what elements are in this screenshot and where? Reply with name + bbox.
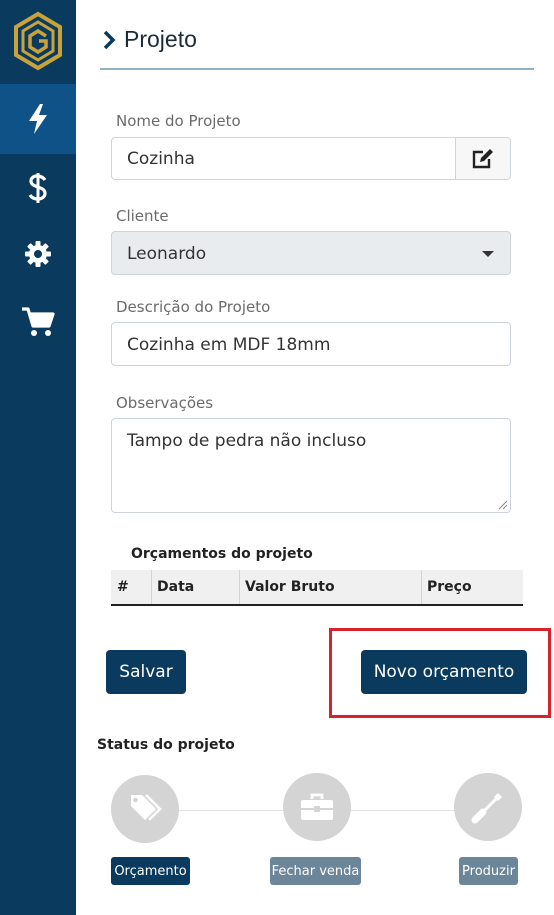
column-header: Preço — [427, 579, 472, 595]
chevron-right-icon — [103, 30, 116, 50]
description-label: Descrição do Projeto — [116, 298, 271, 316]
resize-handle-icon[interactable] — [497, 499, 508, 510]
column-header: # — [117, 579, 129, 595]
description-value[interactable]: Cozinha em MDF 18mm — [127, 335, 330, 355]
project-name-label: Nome do Projeto — [116, 112, 241, 130]
sidebar-item-projects[interactable] — [0, 84, 76, 154]
lightning-icon — [29, 104, 47, 134]
gear-icon — [25, 241, 51, 267]
tags-icon — [131, 794, 162, 821]
status-step-label[interactable]: Orçamento — [111, 857, 190, 885]
column-divider — [421, 570, 422, 604]
sidebar-item-finance[interactable] — [0, 153, 76, 223]
status-step-produce[interactable] — [454, 773, 522, 841]
logo[interactable] — [0, 0, 76, 82]
budgets-table-header: # Data Valor Bruto Preço — [111, 570, 523, 606]
sidebar-item-settings[interactable] — [0, 219, 76, 289]
status-step-label[interactable]: Produzir — [459, 857, 518, 885]
edit-name-button[interactable] — [455, 138, 510, 179]
budgets-title: Orçamentos do projeto — [131, 546, 313, 562]
notes-value[interactable]: Tampo de pedra não incluso — [127, 431, 366, 451]
column-divider — [239, 570, 240, 604]
status-title: Status do projeto — [97, 737, 235, 753]
notes-textarea[interactable]: Tampo de pedra não incluso — [111, 418, 511, 513]
column-divider — [151, 570, 152, 604]
save-button[interactable]: Salvar — [106, 650, 186, 694]
sidebar — [0, 0, 76, 915]
notes-label: Observações — [116, 394, 214, 412]
screwdriver-icon — [471, 793, 502, 824]
toolbox-icon — [301, 793, 333, 820]
client-label: Cliente — [116, 207, 169, 225]
new-budget-button[interactable]: Novo orçamento — [361, 650, 527, 694]
project-name-value[interactable]: Cozinha — [127, 149, 195, 169]
page-header: Projeto — [100, 14, 534, 70]
status-step-budget[interactable] — [111, 775, 179, 843]
column-header: Data — [157, 579, 195, 595]
logo-icon — [14, 11, 62, 71]
client-value[interactable]: Leonardo — [127, 244, 206, 264]
client-select[interactable]: Leonardo — [111, 231, 511, 275]
column-header: Valor Bruto — [245, 579, 335, 595]
status-step-label[interactable]: Fechar venda — [270, 857, 361, 885]
sidebar-item-shop[interactable] — [0, 287, 76, 357]
description-field[interactable]: Cozinha em MDF 18mm — [111, 322, 511, 366]
status-step-close-sale[interactable] — [283, 773, 351, 841]
edit-icon — [472, 148, 493, 168]
cart-icon — [22, 307, 55, 336]
dollar-icon — [28, 173, 47, 203]
project-name-field[interactable]: Cozinha — [111, 137, 511, 180]
chevron-down-icon[interactable] — [482, 251, 494, 257]
page-title: Projeto — [124, 25, 197, 52]
